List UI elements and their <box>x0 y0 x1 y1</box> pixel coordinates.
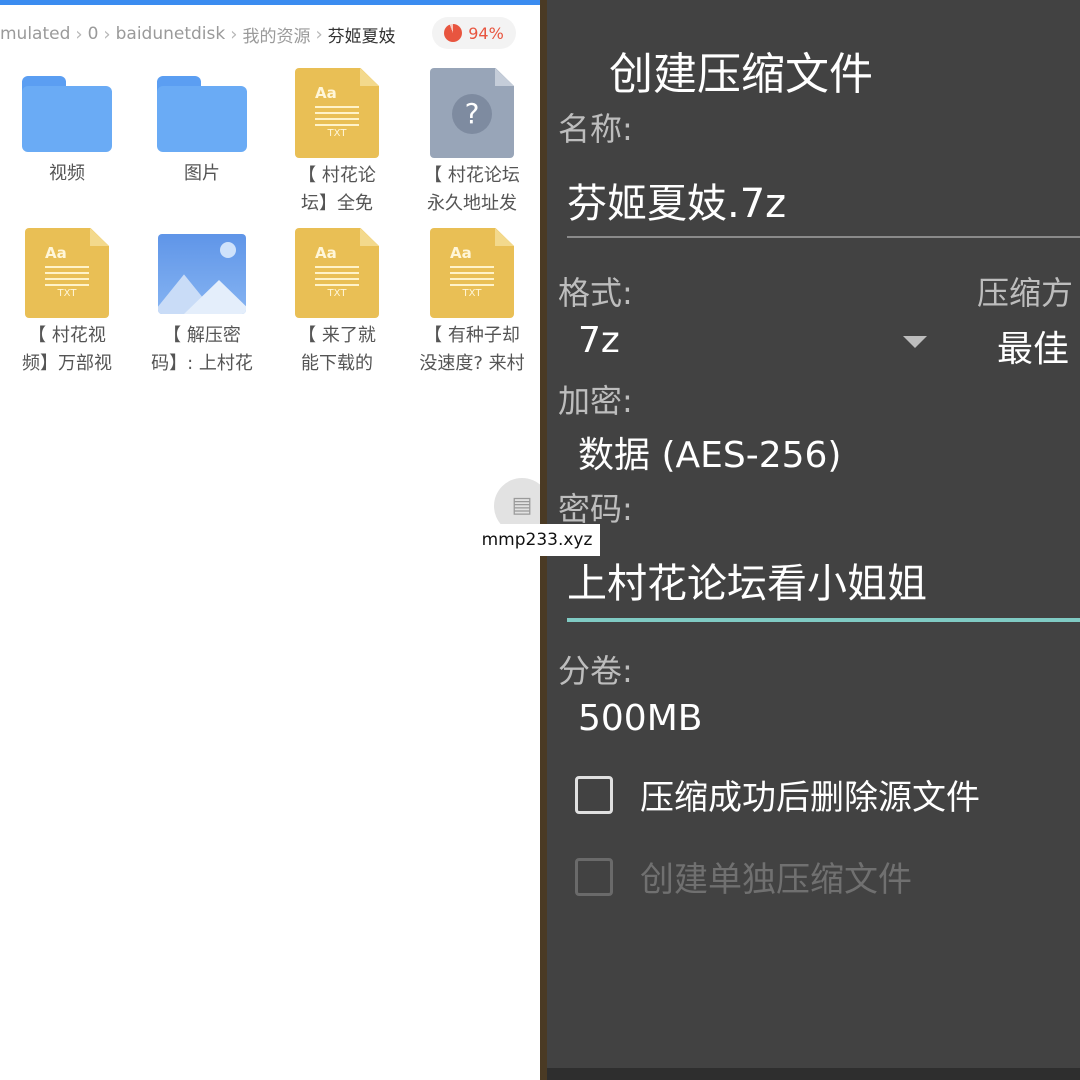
question-icon: ? <box>452 94 492 134</box>
caret-down-icon[interactable] <box>903 336 927 348</box>
grid-item-folder[interactable]: 视频 <box>2 76 132 188</box>
breadcrumb-item[interactable]: 我的资源 <box>240 22 312 47</box>
item-label: 【 有种子却 <box>424 325 520 346</box>
grid-item-folder[interactable]: 图片 <box>137 76 267 188</box>
dialog-bottom-edge <box>547 1068 1080 1080</box>
item-label: 图片 <box>184 163 220 184</box>
split-volume-select[interactable]: 500MB <box>578 698 702 739</box>
item-label: 永久地址发 <box>427 193 517 214</box>
encryption-select[interactable]: 数据 (AES-256) <box>578 426 841 478</box>
item-label: 【 解压密 <box>163 325 241 346</box>
grid-item-image[interactable]: 【 解压密 码】: 上村花 <box>137 234 267 378</box>
item-label: 视频 <box>49 163 85 184</box>
grid-item-unknown[interactable]: ? 【 村花论坛 永久地址发 <box>407 68 537 218</box>
chevron-right-icon: › <box>230 23 238 45</box>
item-label: 频】万部视 <box>22 353 112 374</box>
checkbox-icon[interactable] <box>575 775 613 814</box>
txt-file-icon: Aa TXT <box>295 228 379 318</box>
item-label: 【 村花论 <box>298 165 376 186</box>
image-file-icon <box>158 234 246 314</box>
chevron-right-icon: › <box>103 23 111 45</box>
chevron-right-icon: › <box>75 23 83 45</box>
item-label: 【 来了就 <box>298 325 376 346</box>
chevron-right-icon: › <box>315 23 323 45</box>
breadcrumb-current[interactable]: 芬姬夏妓 <box>326 22 398 47</box>
breadcrumb-item[interactable]: 0 <box>86 24 101 44</box>
item-label: 坛】全免 <box>301 193 373 214</box>
watermark-text: mmp233.xyz <box>474 524 600 556</box>
file-manager-panel: mulated › 0 › baidunetdisk › 我的资源 › 芬姬夏妓… <box>0 0 540 1080</box>
item-label: 没速度? 来村 <box>419 353 525 374</box>
unknown-file-icon: ? <box>430 68 514 158</box>
folder-icon <box>157 76 247 152</box>
checkbox-label: 压缩成功后删除源文件 <box>640 778 980 818</box>
password-input[interactable]: 上村花论坛看小姐姐 <box>567 550 1080 622</box>
create-archive-dialog: 创建压缩文件 名称: 芬姬夏妓.7z 格式: 压缩方 7z 最佳 加密: 数据 … <box>547 0 1080 1068</box>
txt-file-icon: Aa TXT <box>25 228 109 318</box>
grid-item-txt[interactable]: Aa TXT 【 村花论 坛】全免 <box>272 68 402 218</box>
txt-file-icon: Aa TXT <box>295 68 379 158</box>
item-label: 码】: 上村花 <box>151 353 253 374</box>
item-label: 【 村花论坛 <box>424 165 520 186</box>
grid-item-txt[interactable]: Aa TXT 【 有种子却 没速度? 来村 <box>407 228 537 378</box>
compression-method-select[interactable]: 最佳 <box>997 320 1069 372</box>
txt-file-icon: Aa TXT <box>430 228 514 318</box>
item-label: 能下载的 <box>301 353 373 374</box>
split-volume-label: 分卷: <box>558 652 633 690</box>
item-label: 【 村花视 <box>28 325 106 346</box>
encryption-label: 加密: <box>558 382 633 420</box>
grid-item-txt[interactable]: Aa TXT 【 来了就 能下载的 <box>272 228 402 378</box>
checkbox-icon <box>575 857 613 896</box>
storage-usage-badge[interactable]: 94% <box>432 17 516 49</box>
format-label: 格式: <box>558 274 633 312</box>
delete-source-checkbox[interactable]: 压缩成功后删除源文件 <box>575 770 980 819</box>
archive-name-input[interactable]: 芬姬夏妓.7z <box>567 172 1080 238</box>
separate-archives-checkbox: 创建单独压缩文件 <box>575 852 912 901</box>
breadcrumb-item[interactable]: mulated <box>0 24 72 44</box>
pie-chart-icon <box>444 24 463 42</box>
folder-icon <box>22 76 112 152</box>
breadcrumb-item[interactable]: baidunetdisk <box>114 24 228 44</box>
checkbox-label: 创建单独压缩文件 <box>640 860 912 900</box>
name-label: 名称: <box>558 110 633 148</box>
storage-percent: 94% <box>468 23 504 43</box>
dialog-title: 创建压缩文件 <box>609 49 873 100</box>
format-select[interactable]: 7z <box>578 320 620 361</box>
grid-item-txt[interactable]: Aa TXT 【 村花视 频】万部视 <box>2 228 132 378</box>
top-accent-bar <box>0 0 540 5</box>
compression-method-label: 压缩方 <box>977 274 1074 312</box>
